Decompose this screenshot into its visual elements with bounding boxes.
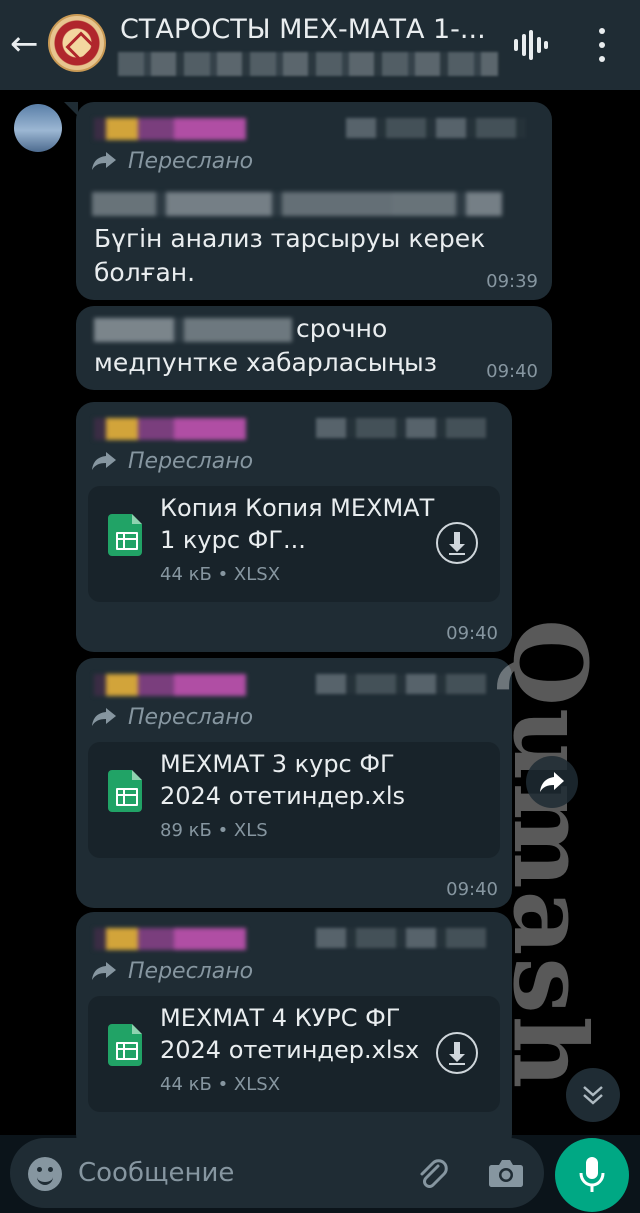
message-composer [10,1138,544,1208]
message-list[interactable]: Переслано Бүгін анализ тарсыруы керек бо… [0,90,640,1152]
sender-avatar[interactable] [14,104,62,152]
sender-phone-blurred [346,118,526,138]
double-chevron-down-icon [583,1086,603,1105]
share-button[interactable] [526,756,578,808]
message-bubble[interactable]: срочно медпунтке хабарласыңыз 09:40 [76,306,552,390]
file-attachment[interactable]: Копия Копия МЕХМАТ 1 курс ФГ... 44 кБ • … [88,486,500,602]
file-name: МЕХМАТ 4 КУРС ФГ 2024 отетиндер.xlsx [160,1004,420,1064]
sender-phone-blurred [316,928,486,948]
group-avatar[interactable] [48,14,106,72]
file-name: МЕХМАТ 3 курс ФГ 2024 отетиндер.xls [160,750,406,810]
voice-call-icon[interactable] [514,30,548,60]
file-name: Копия Копия МЕХМАТ 1 курс ФГ... [160,494,435,554]
file-attachment[interactable]: МЕХМАТ 3 курс ФГ 2024 отетиндер.xls 89 к… [88,742,500,858]
file-meta: 44 кБ • XLSX [160,564,281,585]
back-arrow-icon[interactable]: ← [10,24,46,64]
message-time: 09:39 [486,271,538,292]
sender-name-blurred [94,674,246,696]
file-meta: 44 кБ • XLSX [160,1074,281,1095]
message-input[interactable] [78,1152,398,1194]
forwarded-label: Переслано [90,956,253,986]
microphone-icon [579,1157,605,1192]
message-bubble[interactable]: Переслано МЕХМАТ 3 курс ФГ 2024 отетинде… [76,658,512,908]
sender-name-blurred [94,118,246,140]
camera-icon[interactable] [488,1158,524,1188]
sender-name-blurred [94,928,246,950]
sender-phone-blurred [316,674,486,694]
file-attachment[interactable]: МЕХМАТ 4 КУРС ФГ 2024 отетиндер.xlsx 44 … [88,996,500,1112]
download-icon[interactable] [436,1032,478,1074]
forward-icon [90,450,118,472]
scroll-to-bottom-button[interactable] [566,1068,620,1122]
more-vert-icon[interactable] [596,28,608,62]
sender-name-blurred [94,418,246,440]
message-text: Бүгін анализ тарсыруы керек болған. [94,224,486,287]
chat-subtitle-blurred [118,52,498,76]
spreadsheet-icon [108,514,142,556]
message-bubble[interactable]: Переслано МЕХМАТ 4 КУРС ФГ 2024 отетинде… [76,912,512,1152]
chat-header: ← СТАРОСТЫ МЕХ-МАТА 1-... [0,0,640,90]
attach-icon[interactable] [414,1156,450,1192]
spreadsheet-icon [108,770,142,812]
forward-icon [90,960,118,982]
chat-title[interactable]: СТАРОСТЫ МЕХ-МАТА 1-... [120,14,486,46]
forwarded-label: Переслано [90,702,253,732]
sender-phone-blurred [316,418,486,438]
forwarded-label: Переслано [90,146,253,176]
download-icon[interactable] [436,522,478,564]
message-bubble[interactable]: Переслано Копия Копия МЕХМАТ 1 курс ФГ..… [76,402,512,652]
spreadsheet-icon [108,1024,142,1066]
file-meta: 89 кБ • XLS [160,820,268,841]
forward-icon [90,706,118,728]
original-sender-blurred [92,192,502,216]
forwarded-label: Переслано [90,446,253,476]
message-bubble[interactable]: Переслано Бүгін анализ тарсыруы керек бо… [64,102,552,300]
mention-blurred [94,318,292,342]
forward-icon [90,150,118,172]
emoji-icon[interactable] [28,1157,62,1191]
voice-message-button[interactable] [555,1138,629,1212]
message-time: 09:40 [486,361,538,382]
message-text: срочно медпунтке хабарласыңыз [94,314,438,377]
share-icon [540,772,564,792]
